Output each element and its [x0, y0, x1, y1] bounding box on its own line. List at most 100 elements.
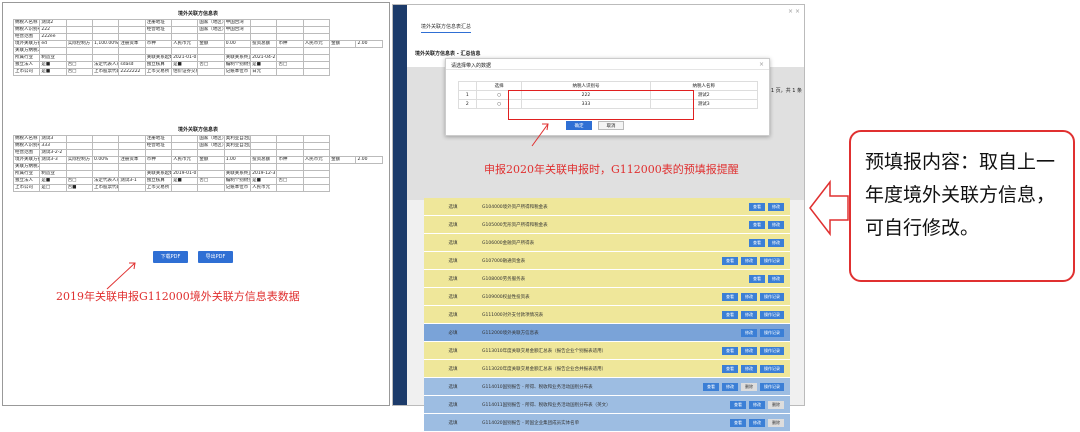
table-cell: 经营地址 — [144, 26, 173, 34]
highlight-box — [508, 90, 694, 120]
form-action-button[interactable]: 修改 — [741, 292, 757, 301]
form-action-button[interactable]: 查看 — [749, 274, 765, 283]
table-row: 独立法人是■否□法定代表人或负责人测试3-1独立核算是■否□编制个别财务报表是■… — [12, 177, 383, 185]
dialog-cell: 1 — [458, 90, 477, 100]
table-cell — [65, 135, 94, 143]
form-name: G113010年度关联交易金额汇总表（报告企业个别报表适用） — [482, 348, 607, 354]
table-cell: 测试2 — [39, 19, 67, 27]
form-action-button[interactable]: 修改 — [768, 202, 784, 211]
form-action-button[interactable]: 操作记录 — [760, 292, 784, 301]
form-action-button[interactable]: 操作记录 — [760, 382, 784, 391]
form-action-button[interactable]: 操作记录 — [760, 346, 784, 355]
table-row: 纳税人识别号 333 经营地址 国家（地区） 奥利亚自治国 — [12, 142, 383, 150]
form-action-button[interactable]: 修改 — [741, 310, 757, 319]
table-row: 经营范围 测试3-2-2 — [12, 149, 383, 157]
table-cell: 注册地址 — [144, 135, 173, 143]
form-action-button[interactable]: 修改 — [741, 328, 757, 337]
form-action-button[interactable]: 删除 — [768, 400, 784, 409]
table-cell: 测试3-1 — [118, 177, 146, 185]
table-cell: 纳税人名称 — [12, 135, 41, 143]
dialog-cell: 2 — [458, 99, 477, 109]
table-cell — [92, 135, 120, 143]
form-action-button[interactable]: 删除 — [741, 382, 757, 391]
form-actions: 查看 修改 — [698, 274, 790, 283]
form-status: 选填 — [448, 402, 458, 408]
form-action-button[interactable]: 查看 — [722, 256, 738, 265]
form-row: 选填 G113020年度关联交易金额汇总表（报告企业合并报表适用） 查看 修改 操作记录 — [424, 360, 790, 378]
table-cell: 是■ — [39, 68, 67, 76]
table-cell: 国家（地区） — [197, 19, 225, 27]
form-action-button[interactable]: 修改 — [749, 400, 765, 409]
tab-summary[interactable]: 境外关联方信息表汇总 — [421, 23, 472, 33]
table-cell — [276, 149, 304, 157]
table-cell: 0.00% — [92, 156, 120, 164]
table-cell: 记账本位币 — [223, 184, 252, 192]
form-status: 选填 — [448, 240, 458, 246]
form-action-button[interactable]: 查看 — [722, 364, 738, 373]
form-action-button[interactable]: 查看 — [730, 418, 746, 427]
table-cell — [65, 54, 94, 62]
form-action-button[interactable]: 查看 — [722, 292, 738, 301]
table-cell: 国家（地区） — [197, 142, 225, 150]
form-action-button[interactable]: 查看 — [730, 400, 746, 409]
table-cell: 是■ — [39, 177, 67, 185]
table-cell — [92, 149, 120, 157]
table-cell: 2021-04-21 — [250, 54, 278, 62]
form-row: 选填 G105000无形资产所得和税金表 查看 修改 — [424, 216, 790, 234]
table-cell: ed — [39, 40, 67, 48]
form-action-button[interactable]: 操作记录 — [760, 310, 784, 319]
form-action-button[interactable]: 修改 — [741, 256, 757, 265]
form-action-button[interactable]: 查看 — [749, 238, 765, 247]
form-name: G114020国别报告 - 跨国企业集团成员实体名单 — [482, 420, 580, 426]
table-cell — [118, 19, 146, 27]
form-status: 选填 — [448, 366, 458, 372]
table-cell: 注册资本 — [118, 156, 146, 164]
form-actions: 查看 修改 删除 操作记录 — [698, 382, 790, 391]
table-cell: 否■ — [65, 184, 94, 192]
callout-arrow-icon — [809, 179, 849, 237]
form-action-button[interactable]: 查看 — [722, 346, 738, 355]
form-name: G112000境外关联方信息表 — [482, 330, 539, 336]
form-action-button[interactable]: 操作记录 — [760, 364, 784, 373]
dialog-close-icon[interactable]: × — [759, 61, 764, 68]
download-pdf-button[interactable]: 下载PDF — [153, 251, 188, 263]
form-name: G111000对外支付款项情况表 — [482, 312, 544, 318]
form-action-button[interactable]: 修改 — [741, 346, 757, 355]
form-action-button[interactable]: 修改 — [749, 418, 765, 427]
table-cell — [197, 68, 225, 76]
form-action-button[interactable]: 修改 — [722, 382, 738, 391]
table-cell: 币种 — [276, 156, 304, 164]
table-row: 所属行业制造业 关联关系起始日期2019-01-01 关联关系终止日期2019-12… — [12, 170, 383, 178]
table-cell: sdasd — [118, 61, 146, 69]
form-actions: 查看 修改 操作记录 — [698, 310, 790, 319]
table-cell: 222ee — [39, 33, 67, 41]
form-actions: 查看 修改 操作记录 — [698, 364, 790, 373]
cancel-button[interactable]: 取消 — [598, 121, 624, 130]
table-row: 上市公司 是□ 否■ 上市股票代码 上市交易所 记账本位币 人民币元 — [12, 184, 383, 192]
form-action-button[interactable]: 查看 — [703, 382, 719, 391]
table-cell: 关联方纳税人的实际控制方 — [12, 163, 41, 171]
form-action-button[interactable]: 修改 — [768, 220, 784, 229]
form-action-button[interactable]: 修改 — [741, 364, 757, 373]
form-status: 选填 — [448, 384, 458, 390]
form-action-button[interactable]: 查看 — [749, 220, 765, 229]
form-action-button[interactable]: 操作记录 — [760, 328, 784, 337]
form-action-button[interactable]: 删除 — [768, 418, 784, 427]
confirm-button[interactable]: 确定 — [566, 121, 592, 130]
form-row: 选填 G113010年度关联交易金额汇总表（报告企业个别报表适用） 查看 修改 操作记录 — [424, 342, 790, 360]
table-cell — [118, 163, 146, 171]
table-cell: 测试3-3 — [39, 156, 67, 164]
table-cell: 独立法人 — [12, 177, 41, 185]
form-action-button[interactable]: 修改 — [768, 238, 784, 247]
export-pdf-button[interactable]: 导出PDF — [198, 251, 233, 263]
form-action-button[interactable]: 操作记录 — [760, 256, 784, 265]
table-cell: 2222222 — [118, 68, 146, 76]
table-cell — [250, 47, 278, 55]
form-action-button[interactable]: 修改 — [768, 274, 784, 283]
table-cell — [250, 142, 278, 150]
table-cell: 奥利亚自治国 — [223, 135, 252, 143]
form-action-button[interactable]: 查看 — [749, 202, 765, 211]
table-row: 纳税人识别号 222 经营地址 国家（地区） 中国台湾 — [12, 26, 383, 34]
form-action-button[interactable]: 查看 — [722, 310, 738, 319]
close-icon[interactable]: × × — [788, 8, 800, 15]
